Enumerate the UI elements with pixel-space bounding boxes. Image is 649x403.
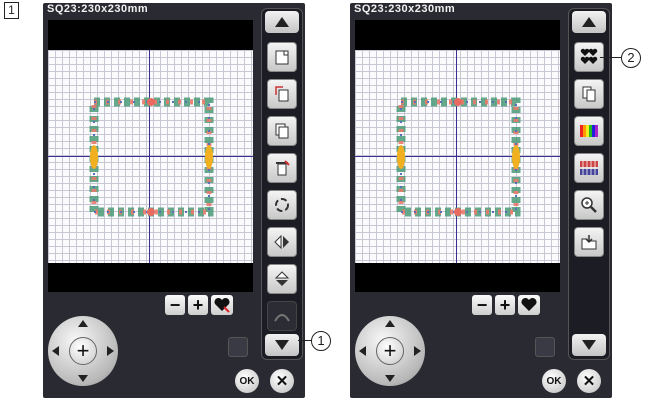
cancel-button[interactable]: ✕ <box>270 369 294 393</box>
jog-left-icon[interactable] <box>52 346 59 356</box>
magnify-button[interactable] <box>574 190 604 220</box>
edit-canvas[interactable] <box>48 20 253 292</box>
delete-button[interactable] <box>267 153 297 183</box>
scroll-up-button[interactable] <box>265 11 299 33</box>
zoom-in-button[interactable]: + <box>188 295 208 315</box>
callout-2: 2 <box>621 48 641 68</box>
jog-down-icon[interactable] <box>78 375 88 382</box>
jog-right-icon[interactable] <box>107 346 114 356</box>
jog-left-icon[interactable] <box>359 346 366 356</box>
color-icon <box>580 125 598 137</box>
scroll-up-button[interactable] <box>572 11 606 33</box>
duplicate-button[interactable] <box>267 79 297 109</box>
jog-key[interactable]: + <box>48 316 118 386</box>
arc-text-icon <box>274 314 290 322</box>
jog-center-icon[interactable]: + <box>376 337 404 365</box>
zoom-controls: − + <box>165 295 233 315</box>
zoom-controls: − + <box>472 295 540 315</box>
duplicate-icon <box>275 86 289 102</box>
flip-vertical-icon <box>274 271 290 286</box>
arc-text-button[interactable] <box>267 301 297 331</box>
color-grouping-button[interactable] <box>574 153 604 183</box>
color-grouping-icon <box>580 161 598 175</box>
hoop-size-label: SQ23:230x230mm <box>47 3 149 15</box>
callout-leader-2 <box>600 57 622 58</box>
jog-key[interactable]: + <box>355 316 425 386</box>
edit-canvas[interactable] <box>355 20 560 292</box>
hoop-grid[interactable] <box>48 50 253 263</box>
right-edit-screen: SQ23:230x230mm − + + OK ✕ <box>350 3 612 398</box>
callout-leader-1 <box>298 340 312 341</box>
magnify-icon <box>581 197 597 213</box>
flip-vertical-button[interactable] <box>267 264 297 294</box>
zoom-out-button[interactable]: − <box>165 295 185 315</box>
flip-horizontal-button[interactable] <box>267 227 297 257</box>
down-arrow-icon <box>582 340 596 350</box>
wreath-frame <box>89 97 214 217</box>
select-pattern-button[interactable] <box>518 295 540 315</box>
jog-center-icon[interactable]: + <box>69 337 97 365</box>
jog-up-icon[interactable] <box>385 320 395 327</box>
flip-horizontal-icon <box>274 234 289 250</box>
rotate-button[interactable] <box>267 190 297 220</box>
layout-button[interactable] <box>574 79 604 109</box>
ok-button[interactable]: OK <box>542 369 566 393</box>
step-number-box: 1 <box>4 2 19 19</box>
zoom-out-button[interactable]: − <box>472 295 492 315</box>
jog-up-icon[interactable] <box>78 320 88 327</box>
zoom-in-button[interactable]: + <box>495 295 515 315</box>
add-pattern-button[interactable] <box>267 42 297 72</box>
rotate-icon <box>275 198 289 212</box>
layout-mini-button[interactable] <box>535 337 555 357</box>
embroidery-pattern[interactable] <box>391 92 526 222</box>
color-button[interactable] <box>574 116 604 146</box>
add-pattern-icon <box>275 50 289 65</box>
heart-pointer-icon <box>214 297 230 313</box>
heart-icon <box>521 297 537 311</box>
layout-icon <box>582 86 596 102</box>
wreath-frame <box>396 97 521 217</box>
cancel-button[interactable]: ✕ <box>577 369 601 393</box>
save-file-button[interactable] <box>574 227 604 257</box>
delete-icon <box>276 160 290 176</box>
copy-icon <box>275 123 289 139</box>
down-arrow-icon <box>275 340 289 350</box>
ok-button[interactable]: OK <box>235 369 259 393</box>
up-arrow-icon <box>275 17 289 27</box>
left-edit-screen: SQ23:230x230mm − + + OK ✕ <box>43 3 305 398</box>
select-pattern-button[interactable] <box>211 295 233 315</box>
up-arrow-icon <box>582 17 596 27</box>
copy-button[interactable] <box>267 116 297 146</box>
layout-mini-button[interactable] <box>228 337 248 357</box>
hoop-grid[interactable] <box>355 50 560 263</box>
scroll-down-button[interactable] <box>572 334 606 356</box>
grouping-icon <box>580 48 598 64</box>
jog-right-icon[interactable] <box>414 346 421 356</box>
scroll-down-button[interactable] <box>265 334 299 356</box>
embroidery-pattern[interactable] <box>84 92 219 222</box>
jog-down-icon[interactable] <box>385 375 395 382</box>
callout-1: 1 <box>311 331 331 351</box>
hoop-size-label: SQ23:230x230mm <box>354 3 456 15</box>
save-file-icon <box>581 235 597 250</box>
edit-toolbar <box>568 8 610 360</box>
edit-toolbar <box>261 8 303 360</box>
